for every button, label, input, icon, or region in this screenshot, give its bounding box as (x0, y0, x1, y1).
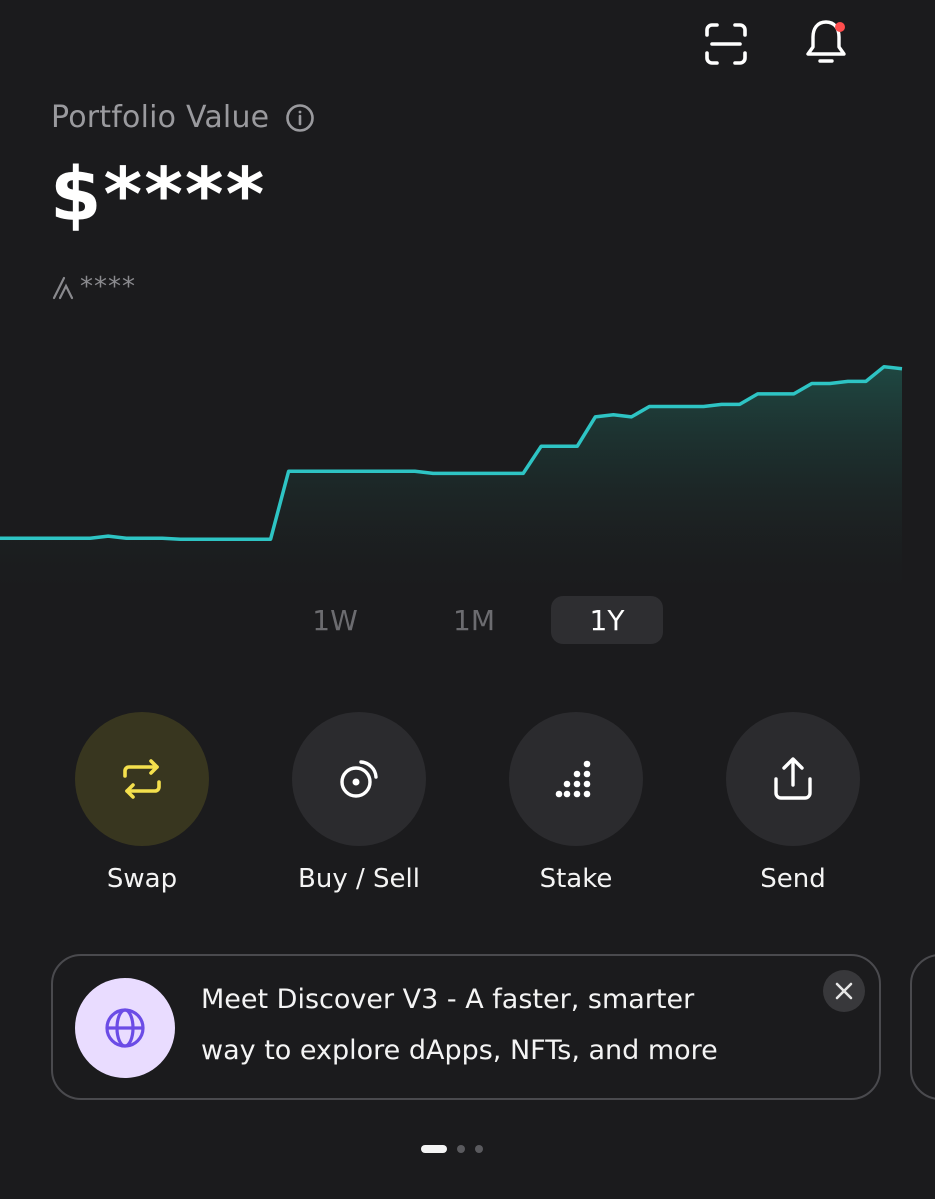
pagination-dot[interactable] (457, 1145, 465, 1153)
tab-1y[interactable]: 1Y (551, 596, 663, 644)
banner-avatar (75, 978, 175, 1078)
send-icon-circle[interactable] (726, 712, 860, 846)
tab-1m[interactable]: 1M (418, 596, 530, 644)
swap-icon (123, 759, 161, 799)
share-icon (774, 757, 812, 800)
banner-close-button[interactable] (823, 970, 865, 1012)
stake-icon-circle[interactable] (509, 712, 643, 846)
buy-sell-label: Buy / Sell (298, 864, 420, 894)
portfolio-value: $**** (50, 152, 267, 238)
portfolio-header: Portfolio Value (51, 100, 315, 135)
portfolio-change: **** (52, 272, 136, 302)
send-button[interactable]: Send (713, 712, 873, 894)
pagination-dot[interactable] (475, 1145, 483, 1153)
banner-line-2: way to explore dApps, NFTs, and more (201, 1035, 718, 1066)
coins-icon (340, 760, 378, 798)
info-icon[interactable] (285, 103, 315, 133)
swap-icon-circle[interactable] (75, 712, 209, 846)
banner-text: Meet Discover V3 - A faster, smarter way… (201, 974, 801, 1076)
buy-sell-icon-circle[interactable] (292, 712, 426, 846)
change-arrow-icon (52, 276, 74, 300)
portfolio-chart[interactable] (0, 340, 935, 590)
stake-dots-icon (555, 760, 591, 798)
stake-button[interactable]: Stake (496, 712, 656, 894)
close-icon (835, 982, 853, 1000)
notifications-button[interactable] (798, 14, 854, 70)
banner-line-1: Meet Discover V3 - A faster, smarter (201, 984, 695, 1015)
swap-label: Swap (106, 864, 178, 894)
notification-dot (835, 22, 845, 32)
pagination-dot-active[interactable] (421, 1145, 447, 1153)
swap-button[interactable]: Swap (62, 712, 222, 894)
stake-label: Stake (539, 864, 613, 894)
portfolio-label: Portfolio Value (51, 100, 270, 135)
scan-icon[interactable] (698, 16, 754, 72)
next-banner-card[interactable] (910, 954, 935, 1100)
chart-area (0, 366, 902, 590)
buy-sell-button[interactable]: Buy / Sell (279, 712, 439, 894)
portfolio-change-value: **** (80, 272, 136, 302)
globe-icon (105, 1008, 145, 1048)
discover-banner[interactable]: Meet Discover V3 - A faster, smarter way… (51, 954, 881, 1100)
banner-pagination (421, 1145, 483, 1153)
send-label: Send (760, 864, 826, 894)
tab-1w[interactable]: 1W (279, 596, 391, 644)
